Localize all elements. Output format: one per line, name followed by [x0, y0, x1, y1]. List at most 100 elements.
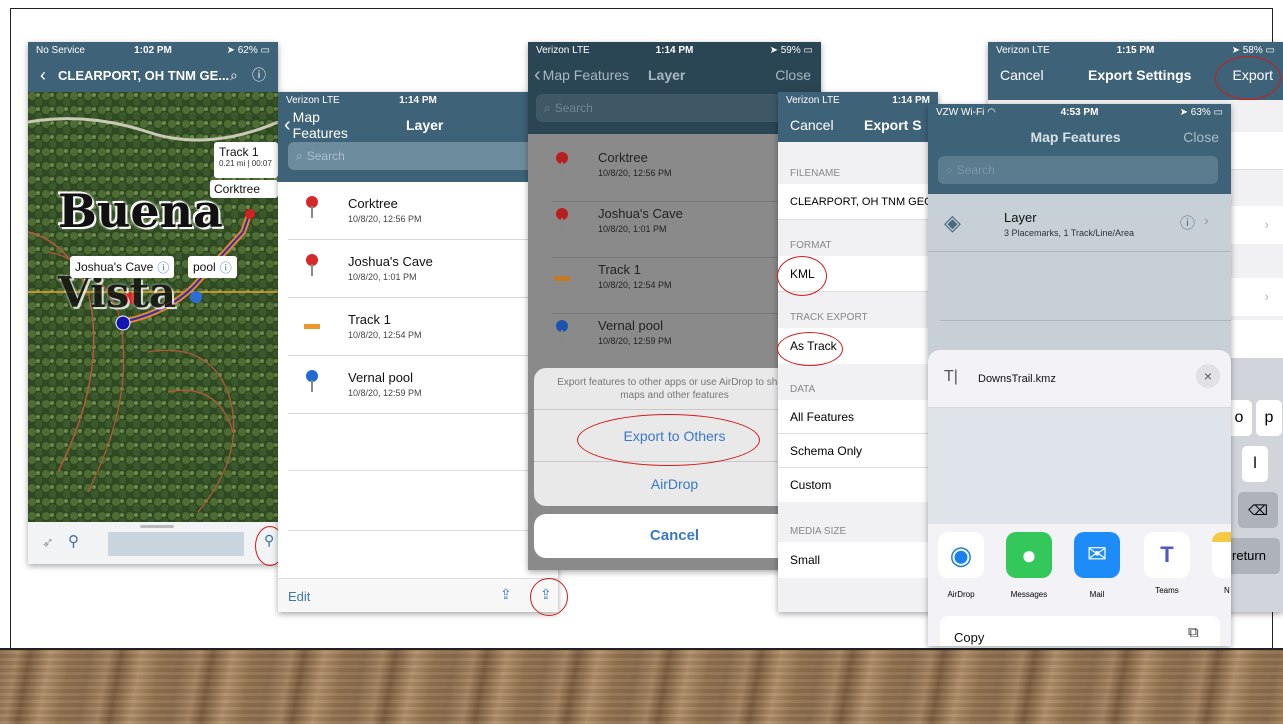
info-icon[interactable]: ⓘ [220, 259, 232, 276]
share-sheet: T| DownsTrail.kmz × ◉ AirDrop ● Messages… [928, 350, 1231, 646]
item-title: Corktree [348, 196, 398, 211]
list-item[interactable]: Vernal pool 10/8/20, 12:59 PM [288, 356, 558, 414]
pool-callout[interactable]: pool ⓘ [188, 256, 237, 278]
item-title: Corktree [598, 150, 648, 165]
list-item[interactable]: Joshua's Cave 10/8/20, 1:01 PM [288, 240, 558, 298]
back-button[interactable]: ‹ Map Features [528, 64, 632, 87]
battery-label: ➤ 63% ▭ [1179, 106, 1224, 118]
app-label: Messages [1010, 590, 1048, 599]
close-icon[interactable]: × [1196, 364, 1220, 388]
copy-icon: ⧉ [1188, 624, 1199, 641]
drag-handle[interactable] [140, 525, 174, 528]
data-option-label: All Features [790, 410, 855, 424]
status-bar: VZW Wi-Fi ◠ 4:53 PM ➤ 63% ▭ [928, 104, 1231, 120]
search-input[interactable]: ⌕ Search [288, 142, 550, 170]
copy-row[interactable]: Copy ⧉ [940, 616, 1220, 646]
carrier-label: Verizon LTE [286, 94, 340, 106]
close-button[interactable]: Close [775, 67, 821, 83]
search-icon: ⌕ [296, 148, 303, 163]
highlight-circle [777, 256, 827, 296]
back-chevron-icon[interactable]: ‹ [28, 65, 58, 86]
highlight-circle [577, 414, 760, 466]
pin-stem [311, 206, 313, 218]
search-placeholder: Search [306, 149, 345, 163]
section-header: DATA [790, 384, 816, 395]
list-item[interactable]: Corktree 10/8/20, 12:56 PM [288, 182, 558, 240]
pin-tool-icon[interactable]: ⚲ [68, 532, 79, 550]
close-button[interactable]: Close [1183, 129, 1231, 145]
notes-icon [1212, 532, 1231, 578]
layer-title: Layer [1004, 210, 1037, 225]
battery-label: ➤ 59% ▭ [769, 44, 813, 56]
joshua-callout[interactable]: Joshua's Cave ⓘ [70, 256, 175, 278]
back-button[interactable]: ‹ Map Features [278, 109, 378, 141]
share-spacer [928, 408, 1231, 524]
cancel-button[interactable]: Cancel [534, 514, 815, 558]
status-bar: No Service 1:02 PM ➤ 62% ▭ [28, 42, 278, 58]
key-p[interactable]: p [1256, 400, 1282, 436]
carrier-label: Verizon LTE [996, 44, 1050, 56]
mail-icon: ✉ [1074, 532, 1120, 578]
airdrop-button[interactable]: AirDrop [534, 462, 815, 506]
item-date: 10/8/20, 12:59 PM [348, 388, 422, 398]
media-size-row[interactable]: Small [778, 542, 938, 578]
mail-app[interactable]: ✉ Mail [1074, 532, 1120, 599]
time-label: 1:15 PM [1116, 44, 1155, 56]
map-screen: No Service 1:02 PM ➤ 62% ▭ ‹ CLEARPORT, … [28, 42, 278, 564]
backspace-key[interactable]: ⌫ [1238, 492, 1278, 528]
share-apps-row: ◉ AirDrop ● Messages ✉ Mail T Teams N [928, 526, 1231, 602]
messages-icon: ● [1006, 532, 1052, 578]
key-l[interactable]: l [1242, 446, 1268, 482]
track-callout[interactable]: Track 1 0.21 mi | 00:07 [214, 142, 278, 178]
layer-toolbar: Edit ⇪ ⇪ [278, 578, 558, 612]
time-label: 1:14 PM [655, 44, 694, 56]
edit-button[interactable]: Edit [288, 589, 310, 604]
cancel-button[interactable]: Cancel [778, 117, 864, 133]
time-label: 1:02 PM [134, 44, 172, 56]
data-option-row[interactable]: Schema Only [778, 434, 938, 468]
joshua-callout-label: Joshua's Cave [75, 260, 154, 274]
search-icon: ⌕ [544, 100, 551, 115]
info-icon[interactable]: ⓘ [252, 65, 278, 85]
layer-navbar: ‹ Map Features Layer [278, 109, 558, 141]
chevron-right-icon: › [1264, 288, 1269, 304]
highlight-circle [777, 332, 843, 366]
list-item[interactable]: Track 1 10/8/20, 12:54 PM [288, 298, 558, 356]
map-title: CLEARPORT, OH TNM GE... [58, 67, 230, 83]
back-chevron-icon: ‹ [534, 63, 541, 86]
item-title: Vernal pool [348, 370, 414, 385]
search-icon[interactable]: ⌕ [230, 67, 252, 84]
search-input[interactable]: ⌕ Search [938, 156, 1218, 184]
divider [288, 470, 558, 471]
cancel-button[interactable]: Cancel [988, 67, 1088, 83]
carrier-label: Verizon LTE [536, 44, 590, 56]
filename-row[interactable]: CLEARPORT, OH TNM GEO [778, 184, 938, 220]
teams-app[interactable]: T Teams [1144, 532, 1190, 595]
airdrop-app[interactable]: ◉ AirDrop [938, 532, 984, 599]
corktree-callout-label: Corktree [214, 182, 261, 196]
layer-row[interactable]: ◈ Layer 3 Placemarks, 1 Track/Line/Area … [928, 198, 1231, 252]
search-input[interactable]: ⌕ Search [536, 94, 814, 122]
corktree-callout[interactable]: Corktree [210, 180, 278, 198]
data-option-label: Custom [790, 478, 832, 492]
notes-app[interactable]: N [1212, 532, 1231, 595]
location-arrow-icon[interactable]: ➶ [42, 534, 54, 551]
share-sheet-screen: VZW Wi-Fi ◠ 4:53 PM ➤ 63% ▭ Map Features… [928, 104, 1231, 646]
export-icon[interactable]: ⇪ [500, 586, 512, 603]
data-option-row[interactable]: Custom [778, 468, 938, 502]
filename-value: CLEARPORT, OH TNM GEO [790, 196, 933, 208]
nav-title: Export Settings [1088, 67, 1192, 83]
pin-stem [561, 162, 563, 174]
info-icon[interactable]: ⓘ [157, 259, 169, 276]
toolbar-field[interactable] [108, 532, 244, 556]
share-file-name: DownsTrail.kmz [978, 373, 1056, 385]
messages-app[interactable]: ● Messages [1006, 532, 1052, 599]
data-option-row[interactable]: All Features [778, 400, 938, 434]
item-date: 10/8/20, 1:01 PM [598, 224, 667, 234]
highlight-circle [530, 578, 568, 616]
info-icon[interactable]: ⓘ [1180, 212, 1195, 233]
airdrop-icon: ◉ [938, 532, 984, 578]
pool-callout-label: pool [193, 260, 216, 274]
list-item: Corktree 10/8/20, 12:56 PM [552, 146, 812, 202]
chevron-right-icon: › [1204, 212, 1209, 228]
